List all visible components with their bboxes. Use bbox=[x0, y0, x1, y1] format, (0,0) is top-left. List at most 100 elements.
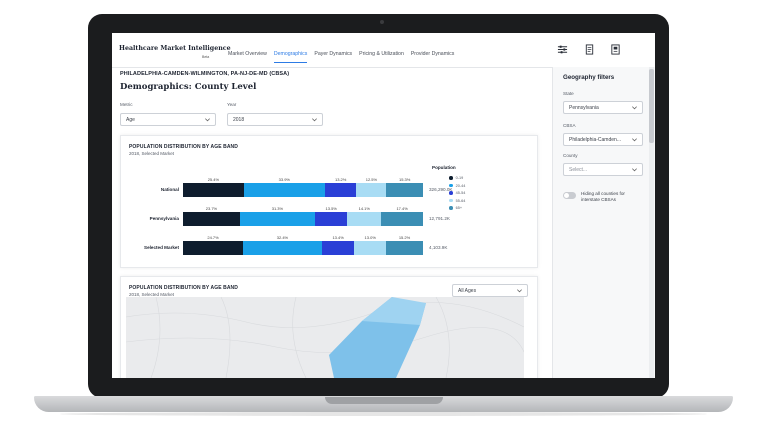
filters-icon[interactable] bbox=[557, 44, 568, 55]
value-label: 13.0% bbox=[364, 235, 376, 240]
report-icon[interactable] bbox=[610, 44, 621, 55]
laptop-notch bbox=[325, 397, 443, 404]
age-distribution-card: POPULATION DISTRIBUTION BY AGE BAND 2018… bbox=[120, 135, 538, 268]
year-value: 2018 bbox=[233, 117, 245, 123]
legend-label: 20-44 bbox=[455, 183, 466, 188]
value-label: 17.4% bbox=[396, 206, 408, 211]
legend-item: 20-44 bbox=[449, 184, 465, 188]
legend-dot bbox=[449, 198, 453, 203]
legend-item: 65+ bbox=[449, 206, 462, 210]
tab-market-overview[interactable]: Market Overview bbox=[228, 51, 267, 63]
state-label: State bbox=[563, 91, 574, 96]
bar-segment[interactable] bbox=[324, 183, 357, 197]
legend-label: 55-64 bbox=[455, 198, 466, 203]
county-select[interactable]: Select... bbox=[563, 163, 643, 176]
county-map[interactable] bbox=[126, 297, 524, 378]
metric-value: Age bbox=[126, 117, 135, 123]
chevron-down-icon bbox=[205, 118, 210, 122]
chevron-down-icon bbox=[517, 289, 522, 293]
value-label: 24.7% bbox=[207, 235, 219, 240]
value-label: 14.1% bbox=[358, 206, 370, 211]
bar-segment[interactable] bbox=[315, 212, 348, 226]
state-select[interactable]: Pennsylvania bbox=[563, 101, 643, 114]
bar-segment[interactable] bbox=[356, 183, 387, 197]
metric-select[interactable]: Age bbox=[120, 113, 216, 126]
bar-segment[interactable] bbox=[354, 241, 387, 255]
screen: Healthcare Market Intelligence Beta Mark… bbox=[112, 33, 655, 378]
legend-dot bbox=[449, 176, 453, 180]
year-select[interactable]: 2018 bbox=[227, 113, 323, 126]
county-placeholder: Select... bbox=[569, 167, 588, 173]
document-icon[interactable] bbox=[584, 44, 595, 55]
camera-icon bbox=[380, 20, 384, 24]
row-total: 4,103.9K bbox=[429, 245, 448, 250]
page-title: Demographics: County Level bbox=[120, 82, 257, 92]
scrollbar-thumb[interactable] bbox=[649, 69, 654, 143]
chart-title: POPULATION DISTRIBUTION BY AGE BAND bbox=[129, 144, 238, 150]
chevron-down-icon bbox=[632, 138, 637, 142]
bar-segment[interactable] bbox=[183, 212, 240, 226]
brand-subtitle: Beta bbox=[202, 55, 210, 59]
value-label: 15.3% bbox=[399, 177, 411, 182]
laptop-shadow bbox=[60, 412, 707, 416]
bar-segment[interactable] bbox=[183, 241, 244, 255]
app-header: Healthcare Market Intelligence Beta Mark… bbox=[112, 33, 655, 68]
tab-payer-dynamics[interactable]: Payer Dynamics bbox=[314, 51, 352, 63]
row-label: Selected Market bbox=[144, 245, 179, 250]
year-label: Year bbox=[227, 102, 237, 107]
legend-label: 0-19 bbox=[455, 176, 464, 180]
metric-label: Metric bbox=[120, 102, 133, 107]
chart-subtitle: 2018, Selected Market bbox=[129, 151, 175, 156]
brand-logo: Healthcare Market Intelligence bbox=[119, 45, 231, 52]
hide-counties-label: Hiding all counties for interstate CBSAs bbox=[581, 191, 625, 202]
bar-segment[interactable] bbox=[239, 212, 315, 226]
value-label: 13.2% bbox=[335, 177, 347, 182]
bar-segment[interactable] bbox=[381, 212, 423, 226]
legend-item: 55-64 bbox=[449, 199, 465, 203]
bar-segment[interactable] bbox=[386, 241, 423, 255]
value-label: 12.5% bbox=[365, 177, 378, 182]
value-label: 32.4% bbox=[276, 235, 289, 240]
legend-item: 0-19 bbox=[449, 176, 463, 180]
main-nav: Market Overview Demographics Payer Dynam… bbox=[228, 51, 454, 63]
legend-label: 45-54 bbox=[455, 191, 466, 195]
row-total: 12,791.2K bbox=[429, 216, 450, 221]
tab-pricing-utilization[interactable]: Pricing & Utilization bbox=[359, 51, 404, 63]
bar-segment[interactable] bbox=[347, 212, 382, 226]
hide-counties-toggle[interactable] bbox=[563, 192, 576, 199]
bar-segment[interactable] bbox=[183, 183, 244, 197]
value-label: 31.3% bbox=[271, 206, 284, 211]
value-label: 13.4% bbox=[332, 235, 344, 240]
legend-item: 45-54 bbox=[449, 191, 465, 195]
cbsa-value: Philadelphia-Camden... bbox=[569, 137, 621, 143]
county-label: County bbox=[563, 153, 578, 158]
chevron-down-icon bbox=[312, 118, 317, 122]
state-value: Pennsylvania bbox=[569, 105, 599, 111]
value-label: 25.4% bbox=[207, 177, 220, 182]
panel-title: Geography filters bbox=[563, 74, 615, 81]
county-map-shapes bbox=[126, 297, 524, 378]
age-band-select[interactable]: All Ages bbox=[452, 284, 528, 297]
row-label: Pennsylvania bbox=[149, 216, 179, 221]
value-label: 13.5% bbox=[325, 206, 337, 211]
bar-segment[interactable] bbox=[243, 241, 322, 255]
tab-demographics[interactable]: Demographics bbox=[273, 51, 308, 63]
legend-dot bbox=[449, 183, 453, 188]
county-region[interactable] bbox=[362, 297, 426, 325]
tab-provider-dynamics[interactable]: Provider Dynamics bbox=[411, 51, 455, 63]
legend-dot bbox=[449, 191, 453, 195]
value-label: 33.9% bbox=[278, 177, 290, 182]
geography-filters-panel: Geography filters State Pennsylvania CBS… bbox=[552, 67, 655, 378]
cbsa-select[interactable]: Philadelphia-Camden... bbox=[563, 133, 643, 146]
bar-segment[interactable] bbox=[321, 241, 355, 255]
bar-segment[interactable] bbox=[386, 183, 423, 197]
legend-dot bbox=[449, 206, 453, 210]
panel-scrollbar[interactable] bbox=[649, 67, 654, 378]
value-label: 23.7% bbox=[205, 206, 218, 211]
value-label: 15.2% bbox=[398, 235, 411, 240]
legend-title: Population bbox=[432, 165, 456, 170]
age-band-value: All Ages bbox=[458, 288, 477, 294]
bar-segment[interactable] bbox=[243, 183, 325, 197]
chevron-down-icon bbox=[632, 106, 637, 110]
legend-label: 65+ bbox=[455, 206, 463, 210]
